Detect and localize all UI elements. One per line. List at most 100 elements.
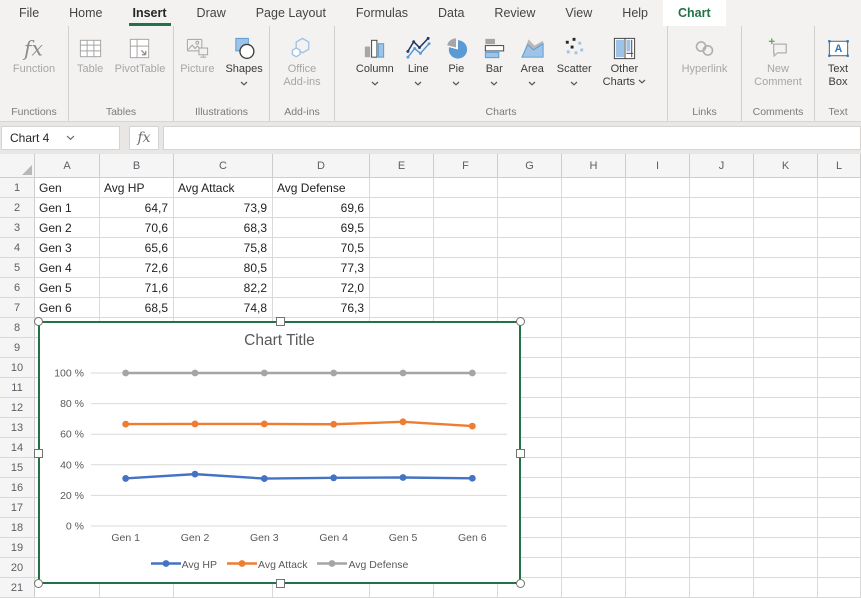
- cell-l9[interactable]: [818, 338, 861, 358]
- cell-i13[interactable]: [626, 418, 690, 438]
- cell-l2[interactable]: [818, 198, 861, 218]
- legend-item-avg-hp[interactable]: Avg HP: [151, 559, 217, 571]
- cell-k15[interactable]: [754, 458, 818, 478]
- cell-i4[interactable]: [626, 238, 690, 258]
- legend-item-avg-attack[interactable]: Avg Attack: [227, 559, 307, 571]
- cell-b7[interactable]: 68,5: [100, 298, 174, 318]
- cell-i19[interactable]: [626, 538, 690, 558]
- cell-h9[interactable]: [562, 338, 626, 358]
- row-header-20[interactable]: 20: [0, 558, 35, 578]
- cell-e6[interactable]: [370, 278, 434, 298]
- cell-e2[interactable]: [370, 198, 434, 218]
- cell-f7[interactable]: [434, 298, 498, 318]
- cell-i11[interactable]: [626, 378, 690, 398]
- cell-l20[interactable]: [818, 558, 861, 578]
- cell-g2[interactable]: [498, 198, 562, 218]
- cell-k10[interactable]: [754, 358, 818, 378]
- cell-d5[interactable]: 77,3: [273, 258, 370, 278]
- cell-i5[interactable]: [626, 258, 690, 278]
- cell-k2[interactable]: [754, 198, 818, 218]
- column-header-e[interactable]: E: [370, 154, 434, 178]
- cell-l21[interactable]: [818, 578, 861, 598]
- cell-a3[interactable]: Gen 2: [35, 218, 100, 238]
- column-header-c[interactable]: C: [174, 154, 273, 178]
- cell-k19[interactable]: [754, 538, 818, 558]
- row-header-16[interactable]: 16: [0, 478, 35, 498]
- cell-k9[interactable]: [754, 338, 818, 358]
- ribbon-scatter-button[interactable]: Scatter: [552, 33, 597, 84]
- cell-k11[interactable]: [754, 378, 818, 398]
- cell-h19[interactable]: [562, 538, 626, 558]
- chart-resize-handle-middle-right[interactable]: [516, 449, 525, 458]
- cell-l5[interactable]: [818, 258, 861, 278]
- cell-a2[interactable]: Gen 1: [35, 198, 100, 218]
- cell-i17[interactable]: [626, 498, 690, 518]
- cell-j13[interactable]: [690, 418, 754, 438]
- cell-h8[interactable]: [562, 318, 626, 338]
- cell-f1[interactable]: [434, 178, 498, 198]
- cell-l4[interactable]: [818, 238, 861, 258]
- tab-data[interactable]: Data: [423, 0, 479, 26]
- tab-file[interactable]: File: [4, 0, 54, 26]
- tab-chart[interactable]: Chart: [663, 0, 726, 26]
- cell-a6[interactable]: Gen 5: [35, 278, 100, 298]
- cell-j16[interactable]: [690, 478, 754, 498]
- cell-a7[interactable]: Gen 6: [35, 298, 100, 318]
- cell-l1[interactable]: [818, 178, 861, 198]
- cell-l11[interactable]: [818, 378, 861, 398]
- cell-j11[interactable]: [690, 378, 754, 398]
- ribbon-column-button[interactable]: Column: [351, 33, 399, 84]
- tab-home[interactable]: Home: [54, 0, 117, 26]
- chevron-down-icon[interactable]: [371, 78, 379, 84]
- cell-k12[interactable]: [754, 398, 818, 418]
- cell-j20[interactable]: [690, 558, 754, 578]
- cell-g1[interactable]: [498, 178, 562, 198]
- tab-insert[interactable]: Insert: [118, 0, 182, 26]
- cell-f3[interactable]: [434, 218, 498, 238]
- row-header-21[interactable]: 21: [0, 578, 35, 598]
- chevron-down-icon[interactable]: [58, 135, 114, 141]
- cell-j1[interactable]: [690, 178, 754, 198]
- cell-l18[interactable]: [818, 518, 861, 538]
- cell-j14[interactable]: [690, 438, 754, 458]
- cell-g7[interactable]: [498, 298, 562, 318]
- cell-c2[interactable]: 73,9: [174, 198, 273, 218]
- ribbon-other-charts-button[interactable]: OtherCharts: [598, 33, 651, 89]
- chart-legend[interactable]: Avg HPAvg AttackAvg Defense: [40, 559, 519, 571]
- cell-e3[interactable]: [370, 218, 434, 238]
- cell-j21[interactable]: [690, 578, 754, 598]
- cell-d2[interactable]: 69,6: [273, 198, 370, 218]
- cell-l8[interactable]: [818, 318, 861, 338]
- cell-l3[interactable]: [818, 218, 861, 238]
- chart-plot-area[interactable]: 0 %20 %40 %60 %80 %100 %Gen 1Gen 2Gen 3G…: [40, 357, 519, 549]
- cell-i18[interactable]: [626, 518, 690, 538]
- insert-function-button[interactable]: fx: [129, 126, 159, 150]
- chevron-down-icon[interactable]: [414, 78, 422, 84]
- row-header-5[interactable]: 5: [0, 258, 35, 278]
- cell-k4[interactable]: [754, 238, 818, 258]
- row-header-2[interactable]: 2: [0, 198, 35, 218]
- embedded-chart[interactable]: Chart Title 0 %20 %40 %60 %80 %100 %Gen …: [38, 321, 521, 584]
- name-box[interactable]: Chart 4: [1, 126, 120, 150]
- cell-l17[interactable]: [818, 498, 861, 518]
- row-header-15[interactable]: 15: [0, 458, 35, 478]
- row-header-19[interactable]: 19: [0, 538, 35, 558]
- cell-j5[interactable]: [690, 258, 754, 278]
- cell-l12[interactable]: [818, 398, 861, 418]
- cell-k1[interactable]: [754, 178, 818, 198]
- cell-i2[interactable]: [626, 198, 690, 218]
- cell-l16[interactable]: [818, 478, 861, 498]
- cell-e1[interactable]: [370, 178, 434, 198]
- chart-resize-handle-top-middle[interactable]: [276, 317, 285, 326]
- row-header-8[interactable]: 8: [0, 318, 35, 338]
- cell-k7[interactable]: [754, 298, 818, 318]
- tab-view[interactable]: View: [550, 0, 607, 26]
- cell-f4[interactable]: [434, 238, 498, 258]
- cell-i16[interactable]: [626, 478, 690, 498]
- cell-b3[interactable]: 70,6: [100, 218, 174, 238]
- cell-i14[interactable]: [626, 438, 690, 458]
- cell-h20[interactable]: [562, 558, 626, 578]
- chart-resize-handle-top-left[interactable]: [34, 317, 43, 326]
- column-header-d[interactable]: D: [273, 154, 370, 178]
- column-header-a[interactable]: A: [35, 154, 100, 178]
